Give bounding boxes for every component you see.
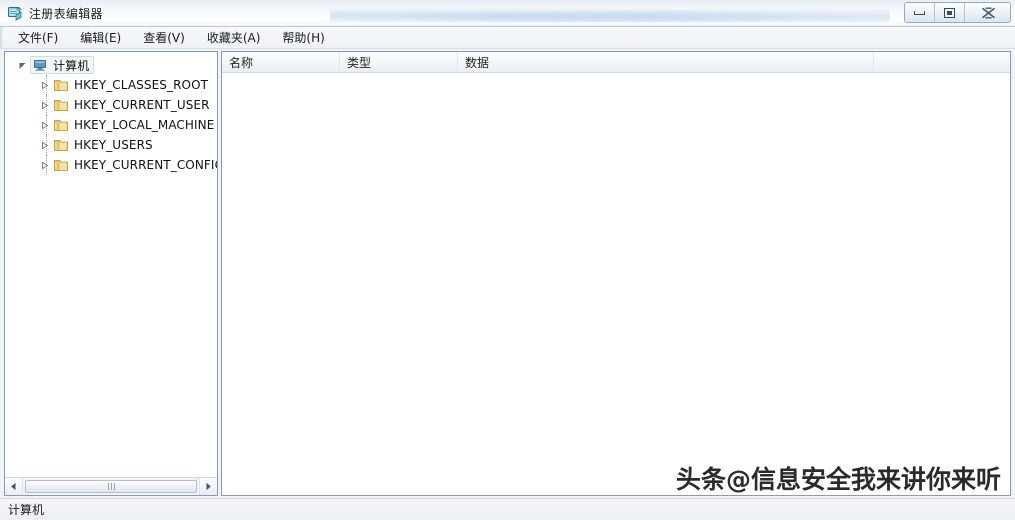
registry-values-pane[interactable]: 名称 类型 数据 xyxy=(221,51,1011,496)
registry-values-list[interactable] xyxy=(222,74,1010,495)
tree-item-label: HKEY_CLASSES_ROOT xyxy=(74,78,209,92)
tree-item-hkey-users[interactable]: HKEY_USERS xyxy=(5,135,217,155)
folder-icon xyxy=(53,157,69,173)
column-header-name-label: 名称 xyxy=(229,55,254,70)
menu-view[interactable]: 查看(V) xyxy=(133,26,195,49)
tree-item-label: HKEY_LOCAL_MACHINE xyxy=(74,118,215,132)
tree-item-computer-label: 计算机 xyxy=(53,58,90,73)
chevron-collapsed-icon[interactable] xyxy=(39,140,50,151)
maximize-icon xyxy=(944,7,955,18)
scrollbar-thumb[interactable] xyxy=(25,480,197,493)
tree-item-label: HKEY_CURRENT_USER xyxy=(74,98,210,112)
scroll-right-icon[interactable] xyxy=(200,478,217,495)
grip-icon xyxy=(107,483,115,490)
menu-bar: 文件(F) 编辑(E) 查看(V) 收藏夹(A) 帮助(H) xyxy=(0,27,1015,49)
menu-help[interactable]: 帮助(H) xyxy=(272,26,334,49)
regedit-icon xyxy=(7,5,23,21)
menu-favorites[interactable]: 收藏夹(A) xyxy=(197,26,271,49)
column-header-name[interactable]: 名称 xyxy=(222,52,340,72)
tree-item-hkey-classes-root[interactable]: HKEY_CLASSES_ROOT xyxy=(5,75,217,95)
minimize-icon xyxy=(914,10,925,15)
window-frame: 注册表编辑器 文件(F) 编辑(E) 查看(V) 收藏夹(A) 帮助(H) 计算… xyxy=(0,0,1015,520)
status-bar: 计算机 xyxy=(0,498,1015,520)
folder-icon xyxy=(53,137,69,153)
window-title: 注册表编辑器 xyxy=(29,6,103,21)
close-icon xyxy=(981,7,995,19)
folder-icon xyxy=(53,117,69,133)
column-header-row: 名称 类型 数据 xyxy=(222,52,1010,73)
tree-horizontal-scrollbar[interactable] xyxy=(5,477,217,495)
registry-editor-window: 注册表编辑器 文件(F) 编辑(E) 查看(V) 收藏夹(A) 帮助(H) 计算… xyxy=(0,0,1015,520)
column-header-data[interactable]: 数据 xyxy=(458,52,874,72)
computer-icon xyxy=(32,57,48,73)
title-bar[interactable]: 注册表编辑器 xyxy=(0,0,1015,27)
registry-tree-pane[interactable]: 计算机 HKEY_CLASSES_ROOT HKEY_CURRENT_USER … xyxy=(4,51,218,496)
content-area: 计算机 HKEY_CLASSES_ROOT HKEY_CURRENT_USER … xyxy=(0,49,1015,498)
menu-edit[interactable]: 编辑(E) xyxy=(70,26,131,49)
chevron-collapsed-icon[interactable] xyxy=(39,160,50,171)
tree-item-label: HKEY_USERS xyxy=(74,138,153,152)
tree-item-hkey-local-machine[interactable]: HKEY_LOCAL_MACHINE xyxy=(5,115,217,135)
status-bar-text: 计算机 xyxy=(8,503,45,517)
scroll-left-icon[interactable] xyxy=(5,478,22,495)
scrollbar-track[interactable] xyxy=(22,478,200,495)
column-header-filler xyxy=(874,52,1010,72)
registry-tree: 计算机 HKEY_CLASSES_ROOT HKEY_CURRENT_USER … xyxy=(5,52,217,476)
column-header-type[interactable]: 类型 xyxy=(340,52,458,72)
maximize-button[interactable] xyxy=(935,3,965,22)
chevron-collapsed-icon[interactable] xyxy=(39,120,50,131)
tree-item-label: HKEY_CURRENT_CONFIG xyxy=(74,158,217,172)
column-header-data-label: 数据 xyxy=(465,55,490,70)
tree-item-hkey-current-user[interactable]: HKEY_CURRENT_USER xyxy=(5,95,217,115)
chevron-collapsed-icon[interactable] xyxy=(39,100,50,111)
minimize-button[interactable] xyxy=(905,3,935,22)
folder-icon xyxy=(53,77,69,93)
close-button[interactable] xyxy=(965,3,1010,22)
tree-item-hkey-current-config[interactable]: HKEY_CURRENT_CONFIG xyxy=(5,155,217,175)
tree-item-computer-selection: 计算机 xyxy=(30,56,95,74)
folder-icon xyxy=(53,97,69,113)
window-controls xyxy=(904,2,1011,23)
column-header-type-label: 类型 xyxy=(347,55,372,70)
chevron-collapsed-icon[interactable] xyxy=(39,80,50,91)
chevron-expanded-icon[interactable] xyxy=(17,60,28,71)
tree-item-computer[interactable]: 计算机 xyxy=(5,55,217,75)
menu-file[interactable]: 文件(F) xyxy=(8,26,68,49)
